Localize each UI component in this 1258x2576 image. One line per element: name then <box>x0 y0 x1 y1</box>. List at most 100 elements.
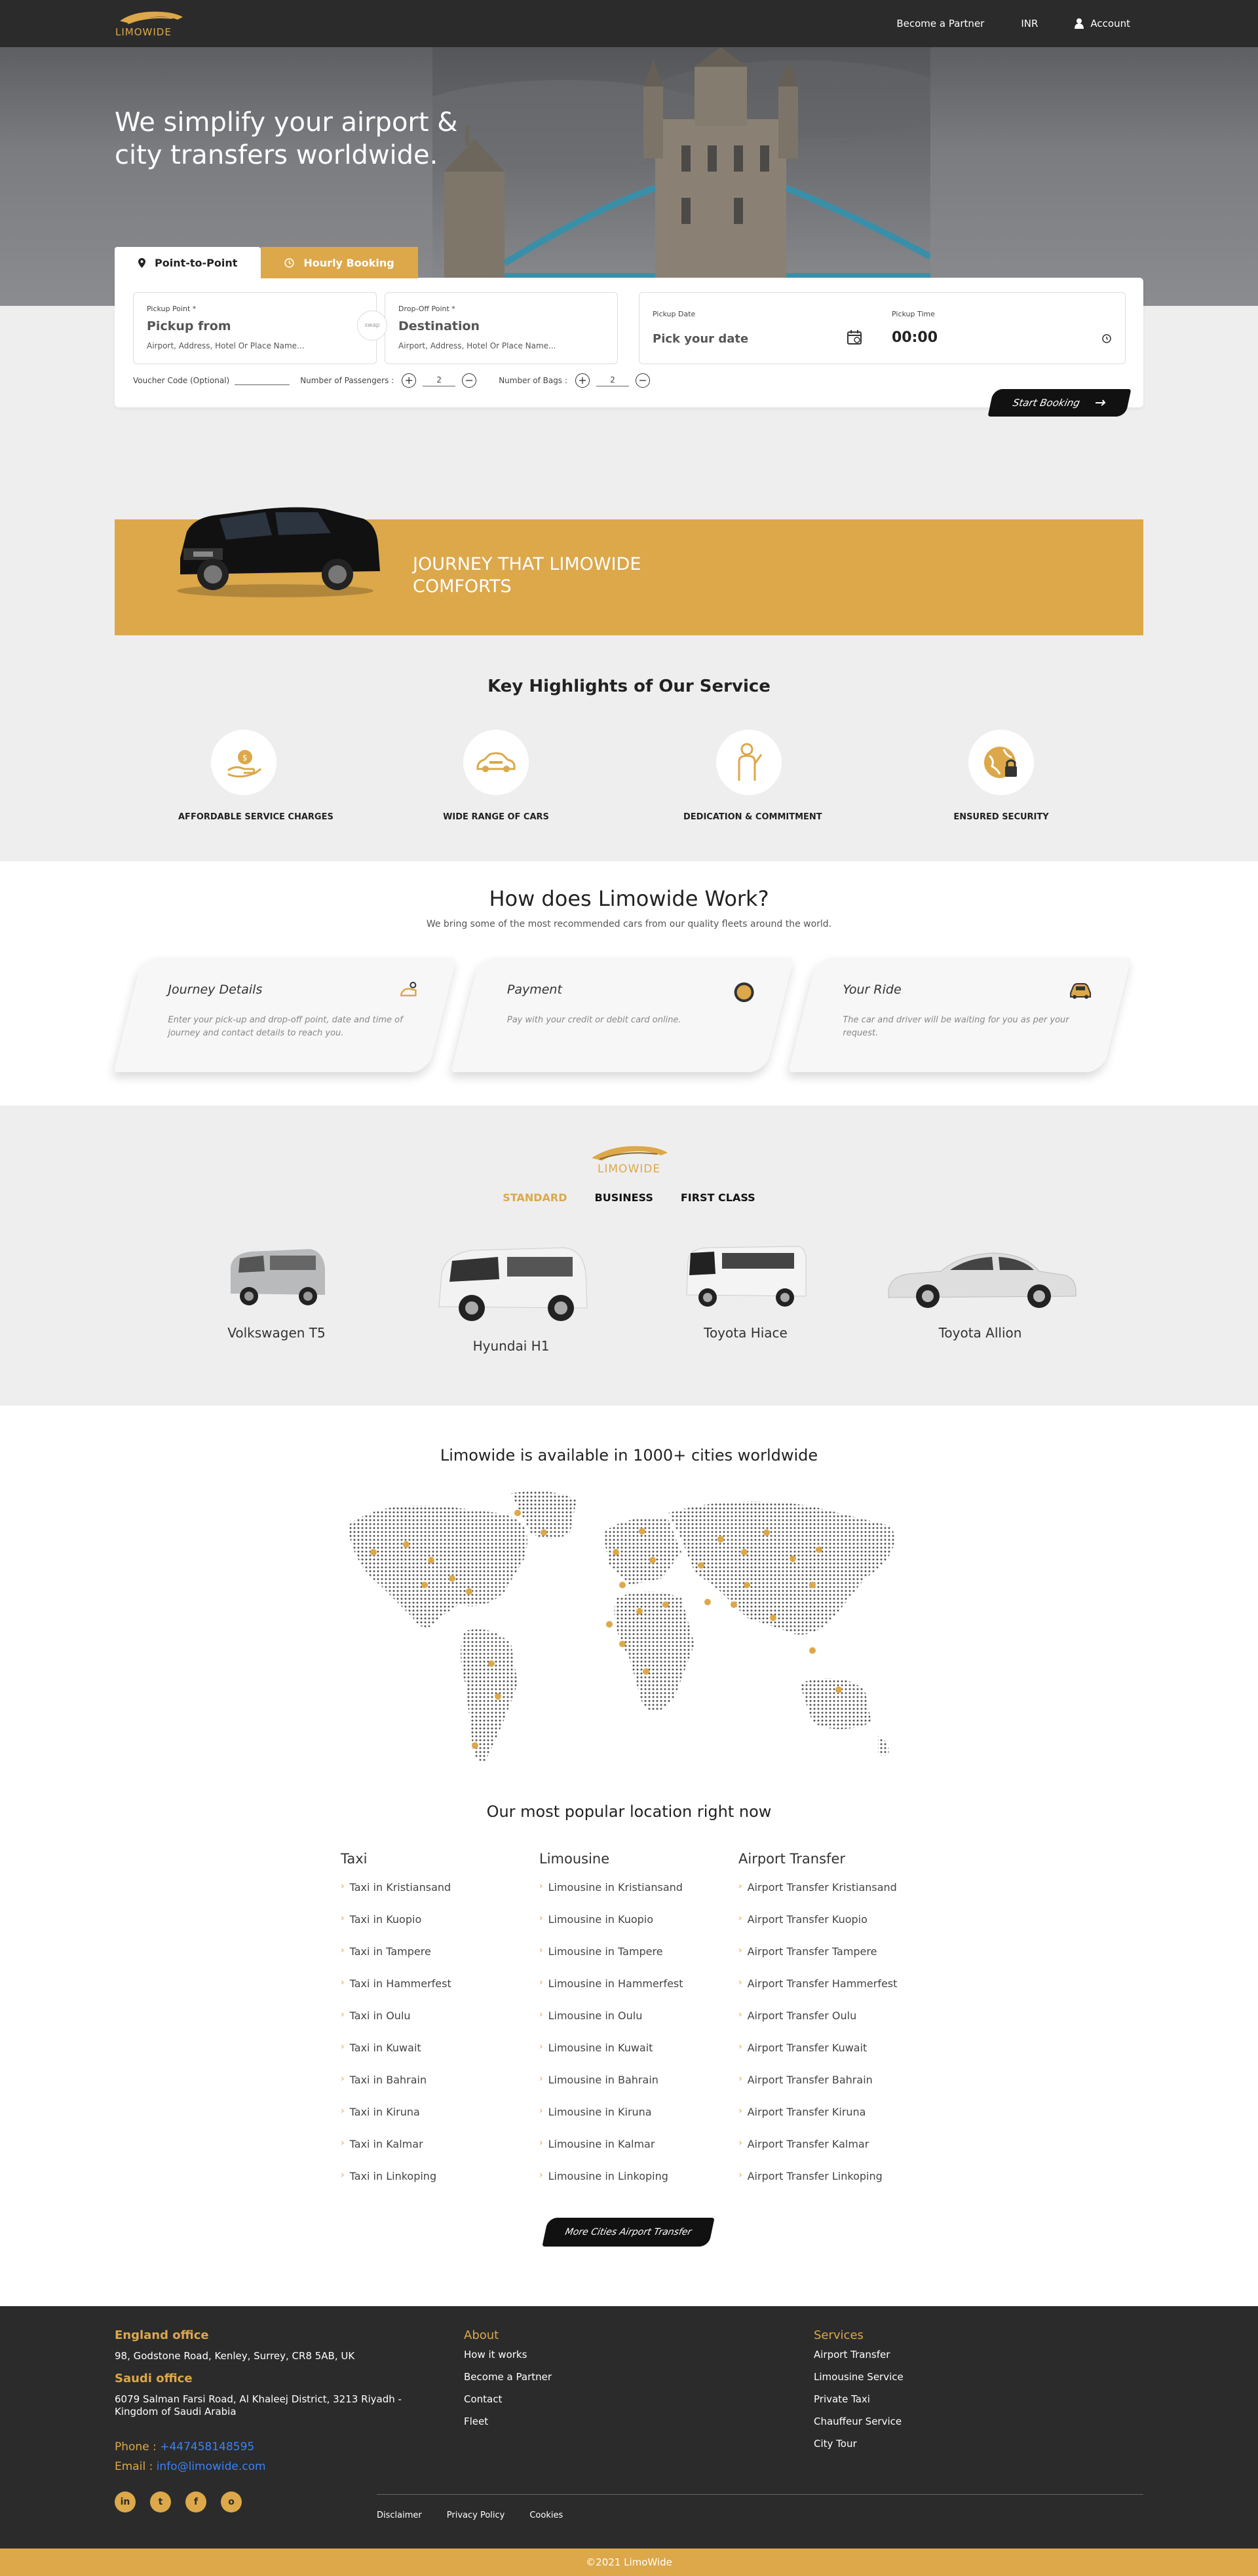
chevron-right-icon: › <box>738 1945 742 1956</box>
car-name: Toyota Hiace <box>704 1325 788 1341</box>
list-item[interactable]: › Limousine in Kalmar <box>539 2138 736 2170</box>
dropoff-input[interactable]: Destination <box>398 319 480 333</box>
fleet-car[interactable]: Hyundai H1 <box>406 1235 616 1354</box>
list-item[interactable]: › Airport Transfer Hammerfest <box>738 1977 935 2009</box>
swap-locations-button[interactable]: swap <box>357 310 387 341</box>
passengers-count[interactable]: 2 <box>423 375 456 386</box>
passengers-minus-button[interactable]: − <box>462 373 477 388</box>
footer-link[interactable]: Limousine Service <box>814 2371 904 2393</box>
list-item[interactable]: › Taxi in Kiruna <box>341 2106 537 2138</box>
list-item[interactable]: › Airport Transfer Kuwait <box>738 2042 935 2074</box>
instagram-icon[interactable]: o <box>221 2492 242 2512</box>
chevron-right-icon: › <box>539 1913 543 1924</box>
clock-icon[interactable] <box>1101 333 1112 344</box>
list-item[interactable]: › Limousine in Kuopio <box>539 1913 736 1945</box>
start-booking-label: Start Booking <box>1012 397 1081 409</box>
list-item[interactable]: › Taxi in Kristiansand <box>341 1881 537 1913</box>
clock-icon <box>284 257 295 268</box>
highlight-icon-circle <box>716 730 782 795</box>
voucher-input[interactable] <box>235 376 290 385</box>
pickup-input[interactable]: Pickup from <box>147 319 231 333</box>
highlight-item: WIDE RANGE OF CARS <box>430 730 562 822</box>
pickup-field[interactable]: Pickup Point * Pickup from Airport, Addr… <box>133 292 377 364</box>
fleet-car[interactable]: Volkswagen T5 <box>172 1235 381 1341</box>
list-item[interactable]: › Limousine in Oulu <box>539 2009 736 2042</box>
fleet-car[interactable]: Toyota Allion <box>875 1235 1085 1341</box>
bags-minus-button[interactable]: − <box>635 373 650 388</box>
list-item[interactable]: › Limousine in Bahrain <box>539 2074 736 2106</box>
dropoff-label: Drop-Off Point * <box>398 305 455 313</box>
dropoff-field[interactable]: Drop-Off Point * Destination Airport, Ad… <box>385 292 618 364</box>
phone-label: Phone : <box>115 2440 161 2454</box>
chevron-right-icon: › <box>539 2138 543 2148</box>
footer-link[interactable]: Airport Transfer <box>814 2349 904 2371</box>
tab-hourly-booking[interactable]: Hourly Booking <box>261 247 418 278</box>
bags-plus-button[interactable]: + <box>575 373 590 388</box>
privacy-policy-link[interactable]: Privacy Policy <box>447 2511 505 2520</box>
saudi-office-address: 6079 Salman Farsi Road, Al Khaleej Distr… <box>115 2393 402 2417</box>
email-link[interactable]: info@limowide.com <box>157 2460 266 2473</box>
list-item[interactable]: › Taxi in Hammerfest <box>341 1977 537 2009</box>
link-text: Limousine in Hammerfest <box>548 1977 683 1990</box>
currency-selector[interactable]: INR <box>1021 18 1038 29</box>
list-item[interactable]: › Airport Transfer Bahrain <box>738 2074 935 2106</box>
link-text: Taxi in Kuwait <box>349 2042 421 2054</box>
logo-text[interactable]: LIMOWIDE <box>115 26 172 38</box>
link-text: Limousine in Kristiansand <box>548 1881 683 1894</box>
account-link[interactable]: Account <box>1075 18 1130 29</box>
facebook-icon[interactable]: f <box>185 2492 206 2512</box>
passengers-label: Number of Passengers : <box>300 376 394 385</box>
list-item[interactable]: › Airport Transfer Kuopio <box>738 1913 935 1945</box>
tab-first-class[interactable]: FIRST CLASS <box>681 1191 755 1204</box>
list-item[interactable]: › Taxi in Oulu <box>341 2009 537 2042</box>
list-item[interactable]: › Limousine in Hammerfest <box>539 1977 736 2009</box>
link-text: Taxi in Kuopio <box>349 1913 422 1926</box>
list-item[interactable]: › Taxi in Bahrain <box>341 2074 537 2106</box>
list-item[interactable]: › Airport Transfer Kalmar <box>738 2138 935 2170</box>
footer-link[interactable]: City Tour <box>814 2438 904 2460</box>
disclaimer-link[interactable]: Disclaimer <box>377 2511 422 2520</box>
chevron-right-icon: › <box>738 2106 742 2116</box>
bags-count[interactable]: 2 <box>596 375 629 386</box>
pickup-time-input[interactable]: 00:00 <box>892 329 938 346</box>
tab-standard[interactable]: STANDARD <box>503 1191 567 1204</box>
footer-link[interactable]: Chauffeur Service <box>814 2416 904 2438</box>
linkedin-icon[interactable]: in <box>115 2492 136 2512</box>
saudi-office-title: Saudi office <box>115 2372 193 2385</box>
twitter-icon[interactable]: t <box>150 2492 171 2512</box>
link-text: Airport Transfer Kuwait <box>747 2042 867 2054</box>
list-item[interactable]: › Airport Transfer Oulu <box>738 2009 935 2042</box>
tab-business[interactable]: BUSINESS <box>595 1191 653 1204</box>
footer-link[interactable]: How it works <box>464 2349 552 2371</box>
tab-point-to-point[interactable]: Point-to-Point <box>115 247 261 278</box>
passengers-plus-button[interactable]: + <box>402 373 417 388</box>
list-item[interactable]: › Taxi in Kuwait <box>341 2042 537 2074</box>
chevron-right-icon: › <box>738 2170 742 2180</box>
phone-link[interactable]: +447458148595 <box>160 2440 254 2454</box>
list-item[interactable]: › Airport Transfer Kiruna <box>738 2106 935 2138</box>
more-cities-button[interactable]: More Cities Airport Transfer <box>542 2218 715 2247</box>
list-item[interactable]: › Limousine in Linkoping <box>539 2170 736 2202</box>
list-item[interactable]: › Limousine in Kiruna <box>539 2106 736 2138</box>
pickup-date-input[interactable]: Pick your date <box>653 332 748 346</box>
list-item[interactable]: › Taxi in Tampere <box>341 1945 537 1977</box>
list-item[interactable]: › Taxi in Kalmar <box>341 2138 537 2170</box>
footer-link[interactable]: Contact <box>464 2393 552 2416</box>
list-item[interactable]: › Taxi in Linkoping <box>341 2170 537 2202</box>
start-booking-button[interactable]: Start Booking <box>987 389 1132 417</box>
footer-link[interactable]: Fleet <box>464 2416 552 2438</box>
list-item[interactable]: › Limousine in Tampere <box>539 1945 736 1977</box>
footer-link[interactable]: Private Taxi <box>814 2393 904 2416</box>
list-item[interactable]: › Limousine in Kuwait <box>539 2042 736 2074</box>
cookies-link[interactable]: Cookies <box>529 2511 563 2520</box>
list-item[interactable]: › Airport Transfer Tampere <box>738 1945 935 1977</box>
footer-link[interactable]: Become a Partner <box>464 2371 552 2393</box>
list-item[interactable]: › Taxi in Kuopio <box>341 1913 537 1945</box>
become-partner-link[interactable]: Become a Partner <box>896 18 984 29</box>
list-item[interactable]: › Limousine in Kristiansand <box>539 1881 736 1913</box>
list-item[interactable]: › Airport Transfer Kristiansand <box>738 1881 935 1913</box>
list-item[interactable]: › Airport Transfer Linkoping <box>738 2170 935 2202</box>
email-label: Email : <box>115 2460 157 2473</box>
fleet-car[interactable]: Toyota Hiace <box>641 1235 850 1341</box>
calendar-icon[interactable] <box>847 329 862 345</box>
